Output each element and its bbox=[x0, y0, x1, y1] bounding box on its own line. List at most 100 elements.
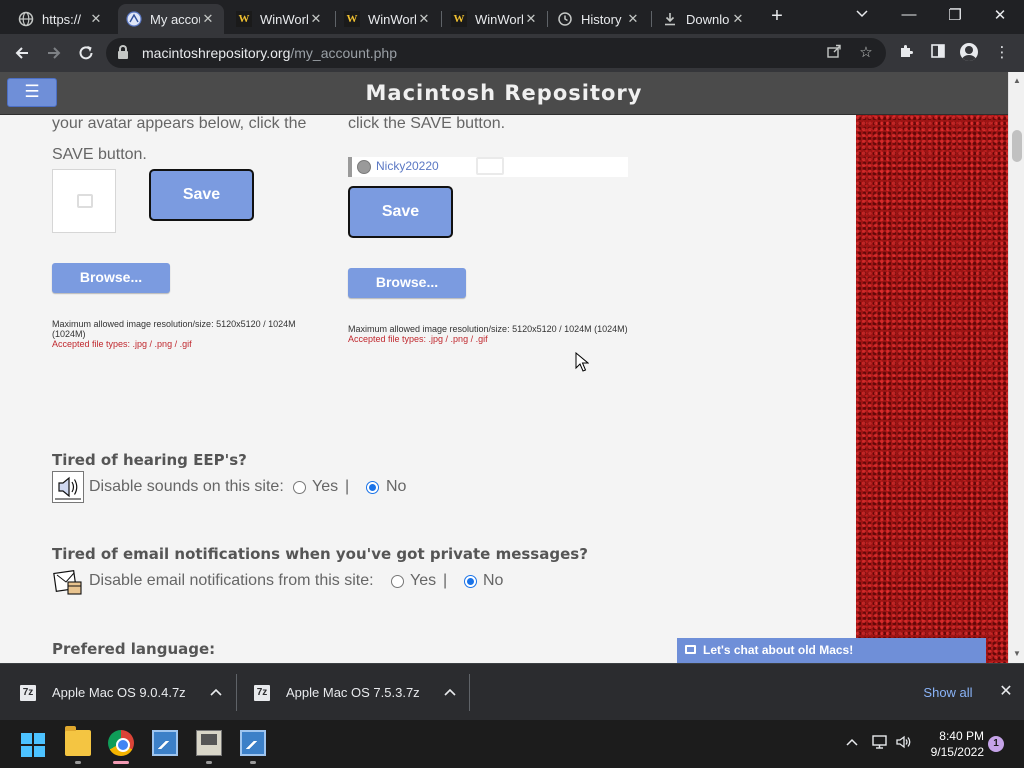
archive-file-icon: 7z bbox=[254, 684, 270, 701]
user-avatar-icon bbox=[357, 160, 371, 174]
volume-icon[interactable] bbox=[894, 734, 914, 754]
browse-profile-image-button[interactable]: Browse... bbox=[348, 268, 466, 298]
mac-emulator-icon[interactable] bbox=[196, 730, 222, 756]
lock-icon[interactable] bbox=[118, 45, 128, 59]
chevron-up-icon[interactable] bbox=[842, 734, 862, 751]
bookmark-star-icon[interactable]: ☆ bbox=[856, 43, 876, 61]
site-title: Macintosh Repository bbox=[365, 81, 643, 105]
save-profile-image-button[interactable]: Save bbox=[348, 186, 453, 238]
option-separator: | bbox=[345, 478, 350, 495]
image-viewer-icon[interactable] bbox=[240, 730, 266, 756]
app-active-indicator bbox=[113, 761, 129, 764]
tab-separator bbox=[547, 11, 548, 27]
close-icon[interactable]: ✕ bbox=[200, 11, 216, 27]
chevron-up-icon[interactable] bbox=[210, 687, 222, 699]
forward-icon[interactable] bbox=[42, 41, 66, 65]
accepted-types-note: Accepted file types: .jpg / .png / .gif bbox=[348, 334, 488, 344]
file-explorer-icon[interactable] bbox=[65, 726, 91, 756]
tab-title: Downloads bbox=[686, 11, 730, 27]
chrome-icon[interactable] bbox=[108, 730, 134, 756]
tab-my-account[interactable]: My account ✕ bbox=[118, 4, 224, 34]
avatar-preview bbox=[52, 169, 116, 233]
tab-winworld-3[interactable]: W WinWorld ✕ bbox=[443, 4, 547, 34]
back-icon[interactable] bbox=[10, 41, 34, 65]
system-clock[interactable]: 8:40 PM 9/15/2022 bbox=[922, 728, 984, 760]
address-bar[interactable]: macintoshrepository.org/my_account.php ☆ bbox=[106, 38, 886, 68]
app-running-indicator bbox=[250, 761, 256, 764]
speaker-icon bbox=[52, 471, 84, 503]
download-item[interactable]: 7z Apple Mac OS 7.5.3.7z bbox=[254, 664, 456, 721]
download-separator bbox=[469, 674, 470, 711]
profile-avatar-icon[interactable] bbox=[960, 43, 978, 61]
more-menu-icon[interactable]: ⋮ bbox=[992, 43, 1012, 61]
tab-1[interactable]: https:// ✕ bbox=[10, 4, 112, 34]
accepted-types-note: Accepted file types: .jpg / .png / .gif bbox=[52, 339, 192, 349]
close-window-icon[interactable]: ✕ bbox=[990, 6, 1010, 24]
download-filename: Apple Mac OS 9.0.4.7z bbox=[52, 685, 186, 700]
email-label: Disable email notifications from this si… bbox=[89, 572, 374, 589]
chat-widget-tab[interactable]: Let's chat about old Macs! bbox=[677, 638, 986, 663]
winworld-icon: W bbox=[344, 11, 360, 27]
scroll-up-icon[interactable]: ▲ bbox=[1013, 76, 1021, 85]
tab-history[interactable]: History ✕ bbox=[549, 4, 649, 34]
show-all-downloads-button[interactable]: Show all bbox=[913, 681, 983, 705]
close-icon[interactable]: ✕ bbox=[625, 11, 641, 27]
tab-title: My account bbox=[150, 11, 200, 27]
page-scrollbar[interactable]: ▲ ▼ bbox=[1008, 72, 1024, 663]
close-icon[interactable]: ✕ bbox=[523, 11, 539, 27]
minimize-icon[interactable]: — bbox=[899, 6, 919, 23]
sounds-no-radio[interactable] bbox=[366, 481, 379, 494]
windows-start-icon[interactable] bbox=[21, 733, 45, 757]
close-icon[interactable]: ✕ bbox=[416, 11, 432, 27]
close-icon[interactable]: ✕ bbox=[88, 11, 104, 27]
share-icon[interactable] bbox=[824, 43, 844, 63]
image-placeholder-icon bbox=[77, 194, 93, 208]
scroll-thumb[interactable] bbox=[1012, 130, 1022, 162]
extensions-icon[interactable] bbox=[896, 43, 916, 63]
sounds-yes-radio[interactable] bbox=[293, 481, 306, 494]
close-icon[interactable]: ✕ bbox=[996, 681, 1016, 701]
windows-taskbar: 8:40 PM 9/15/2022 1 bbox=[0, 720, 1024, 768]
url-text: macintoshrepository.org/my_account.php bbox=[142, 45, 397, 61]
email-no-radio[interactable] bbox=[464, 575, 477, 588]
language-heading: Prefered language: bbox=[52, 640, 216, 658]
username[interactable]: Nicky20220 bbox=[376, 159, 439, 173]
network-icon[interactable] bbox=[870, 734, 890, 754]
tab-separator bbox=[441, 11, 442, 27]
tab-title: WinWorld bbox=[260, 11, 308, 27]
tab-winworld-1[interactable]: W WinWorld ✕ bbox=[228, 4, 332, 34]
mail-notification-icon bbox=[52, 565, 84, 597]
email-yes-label[interactable]: Yes bbox=[410, 572, 436, 590]
site-favicon bbox=[126, 11, 142, 27]
sounds-label: Disable sounds on this site: bbox=[89, 478, 284, 495]
image-viewer-icon[interactable] bbox=[152, 730, 178, 756]
avatar-instructions-line1: your avatar appears below, click the bbox=[52, 115, 307, 132]
mouse-cursor-icon bbox=[575, 352, 589, 372]
archive-file-icon: 7z bbox=[20, 684, 36, 701]
save-avatar-button[interactable]: Save bbox=[149, 169, 254, 221]
sounds-no-label[interactable]: No bbox=[386, 478, 406, 496]
new-tab-icon[interactable]: + bbox=[766, 6, 788, 28]
restore-icon[interactable]: ❐ bbox=[945, 6, 965, 24]
max-size-note: Maximum allowed image resolution/size: 5… bbox=[52, 319, 296, 329]
sounds-heading: Tired of hearing EEP's? bbox=[52, 451, 247, 469]
download-icon bbox=[662, 11, 678, 27]
scroll-down-icon[interactable]: ▼ bbox=[1013, 649, 1021, 658]
chevron-down-icon[interactable] bbox=[855, 8, 869, 22]
history-icon bbox=[557, 11, 573, 27]
tab-winworld-2[interactable]: W WinWorld ✕ bbox=[336, 4, 440, 34]
download-item[interactable]: 7z Apple Mac OS 9.0.4.7z bbox=[20, 664, 222, 721]
email-no-label[interactable]: No bbox=[483, 572, 503, 590]
close-icon[interactable]: ✕ bbox=[308, 11, 324, 27]
sounds-yes-label[interactable]: Yes bbox=[312, 478, 338, 496]
clock-date: 9/15/2022 bbox=[930, 745, 984, 759]
url-path: /my_account.php bbox=[290, 45, 397, 61]
email-yes-radio[interactable] bbox=[391, 575, 404, 588]
close-icon[interactable]: ✕ bbox=[730, 11, 746, 27]
reload-icon[interactable] bbox=[74, 41, 98, 65]
browse-avatar-button[interactable]: Browse... bbox=[52, 263, 170, 293]
sidepanel-icon[interactable] bbox=[928, 43, 948, 63]
notification-badge[interactable]: 1 bbox=[988, 736, 1004, 752]
chevron-up-icon[interactable] bbox=[444, 687, 456, 699]
tab-downloads[interactable]: Downloads ✕ bbox=[654, 4, 754, 34]
